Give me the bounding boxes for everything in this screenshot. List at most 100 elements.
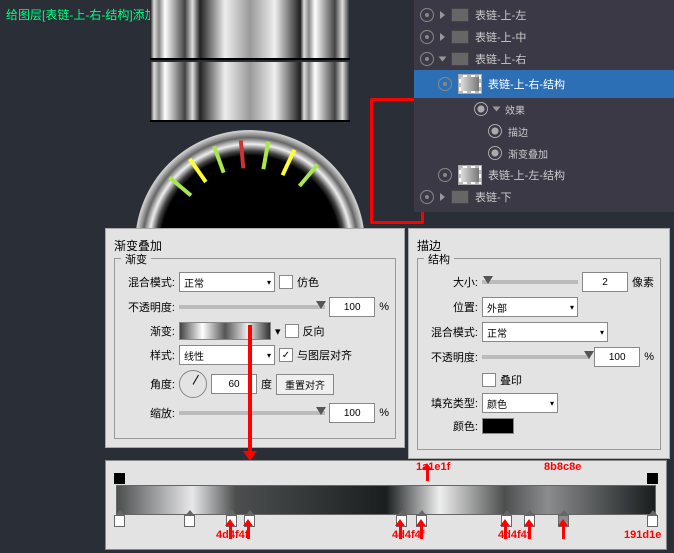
layer-fx-header[interactable]: 效果 [414,98,674,120]
style-select[interactable]: 线性▾ [179,345,275,365]
layer-fx-item[interactable]: 描边 [414,120,674,142]
chevron-down-icon: ▾ [267,278,274,287]
chevron-down-icon: ▾ [570,303,577,312]
pct-label: % [379,301,389,313]
pct-label: % [644,351,654,363]
fill-type-label: 填充类型: [424,395,478,411]
chevron-down-icon: ▾ [600,328,607,337]
layer-selected[interactable]: 表链-上-右-结构 [414,70,674,98]
opacity-label: 不透明度: [424,349,478,365]
folder-icon [451,8,469,22]
layer-folder-row[interactable]: 表链-下 [414,186,674,208]
scale-input[interactable] [329,403,375,423]
size-label: 大小: [424,274,478,290]
fx-visibility-icon[interactable] [474,102,488,116]
angle-unit: 度 [261,376,272,392]
layer-row[interactable]: 表链-上-左-结构 [414,164,674,186]
opacity-input[interactable] [329,297,375,317]
scale-slider[interactable] [179,411,325,415]
opacity-stop[interactable] [114,473,125,484]
expand-icon[interactable] [493,107,501,112]
visibility-icon[interactable] [420,8,434,22]
annotation-arrow-icon [248,325,252,453]
reset-align-button[interactable]: 重置对齐 [276,374,334,395]
position-label: 位置: [424,299,478,315]
layer-name: 表链-下 [475,189,512,205]
gradient-editor[interactable]: 1a1e1f 8b8c8e 4d4f4f 4d4f4f 4d4f4f 191d1… [105,460,667,550]
opacity-stop[interactable] [647,473,658,484]
align-checkbox[interactable] [279,348,293,362]
expand-icon[interactable] [439,57,447,62]
layer-thumb [458,165,482,185]
dither-checkbox[interactable] [279,275,293,289]
blend-label: 混合模式: [121,274,175,290]
layer-name: 表链-上-左 [475,7,526,23]
color-swatch[interactable] [482,418,514,434]
layer-fx-item[interactable]: 渐变叠加 [414,142,674,164]
layers-panel[interactable]: 表链-上-左 表链-上-中 表链-上-右 表链-上-右-结构 效果 描边 渐变叠… [414,0,674,212]
layer-name: 表链-上-中 [475,29,526,45]
visibility-icon[interactable] [438,77,452,91]
folder-icon [451,190,469,204]
reverse-label: 反向 [303,323,325,339]
reverse-checkbox[interactable] [285,324,299,338]
gradient-overlay-panel[interactable]: 渐变叠加 渐变 混合模式:正常▾仿色 不透明度:% 渐变:▾反向 样式:线性▾与… [105,228,405,448]
color-stop[interactable] [647,515,658,527]
align-label: 与图层对齐 [297,347,352,363]
layer-folder-row[interactable]: 表链-上-中 [414,26,674,48]
fill-type-select[interactable]: 颜色▾ [482,393,558,413]
size-input[interactable] [582,272,628,292]
angle-dial[interactable] [179,370,207,398]
size-unit: 像素 [632,274,654,290]
overprint-checkbox[interactable] [482,373,496,387]
opacity-slider[interactable] [179,305,325,309]
stop-hex-label: 4d4f4f [216,529,248,541]
gradient-bar[interactable] [116,485,656,515]
layer-folder-row[interactable]: 表链-上-左 [414,4,674,26]
position-select[interactable]: 外部▾ [482,297,578,317]
gradient-preview[interactable] [179,322,271,340]
fx-label: 效果 [505,102,525,117]
annotation-arrow-icon [562,525,565,539]
chevron-down-icon: ▾ [550,399,557,408]
visibility-icon[interactable] [420,30,434,44]
layer-name: 表链-上-右 [475,51,526,67]
visibility-icon[interactable] [438,168,452,182]
section-label: 渐变 [121,251,151,267]
dither-label: 仿色 [297,274,319,290]
opacity-slider[interactable] [482,355,590,359]
gradient-label: 渐变: [121,323,175,339]
layer-name: 表链-上-右-结构 [488,76,565,92]
layer-folder-row[interactable]: 表链-上-右 [414,48,674,70]
fx-visibility-icon[interactable] [488,146,502,160]
section-label: 结构 [424,251,454,267]
opacity-label: 不透明度: [121,299,175,315]
chevron-down-icon: ▾ [267,351,274,360]
angle-label: 角度: [121,376,175,392]
chevron-down-icon[interactable]: ▾ [275,325,281,338]
fx-stroke: 描边 [508,124,528,139]
color-stop[interactable] [114,515,125,527]
expand-icon[interactable] [440,193,445,201]
pct-label: % [379,407,389,419]
blend-select[interactable]: 正常▾ [482,322,608,342]
color-stop[interactable] [184,515,195,527]
layer-thumb [458,74,482,94]
blend-select[interactable]: 正常▾ [179,272,275,292]
panel-title: 渐变叠加 [114,237,396,254]
visibility-icon[interactable] [420,52,434,66]
opacity-input[interactable] [594,347,640,367]
stop-hex-label: 191d1e [624,529,661,541]
fx-visibility-icon[interactable] [488,124,502,138]
stop-hex-label: 4d4f4f [392,529,424,541]
folder-icon [451,30,469,44]
color-label: 颜色: [424,418,478,434]
stop-hex-label: 1a1e1f [416,461,450,473]
visibility-icon[interactable] [420,190,434,204]
expand-icon[interactable] [440,33,445,41]
stroke-panel[interactable]: 描边 结构 大小:像素 位置:外部▾ 混合模式:正常▾ 不透明度:% 叠印 填充… [408,228,670,459]
folder-icon [451,52,469,66]
expand-icon[interactable] [440,11,445,19]
size-slider[interactable] [482,280,578,284]
scale-label: 缩放: [121,405,175,421]
